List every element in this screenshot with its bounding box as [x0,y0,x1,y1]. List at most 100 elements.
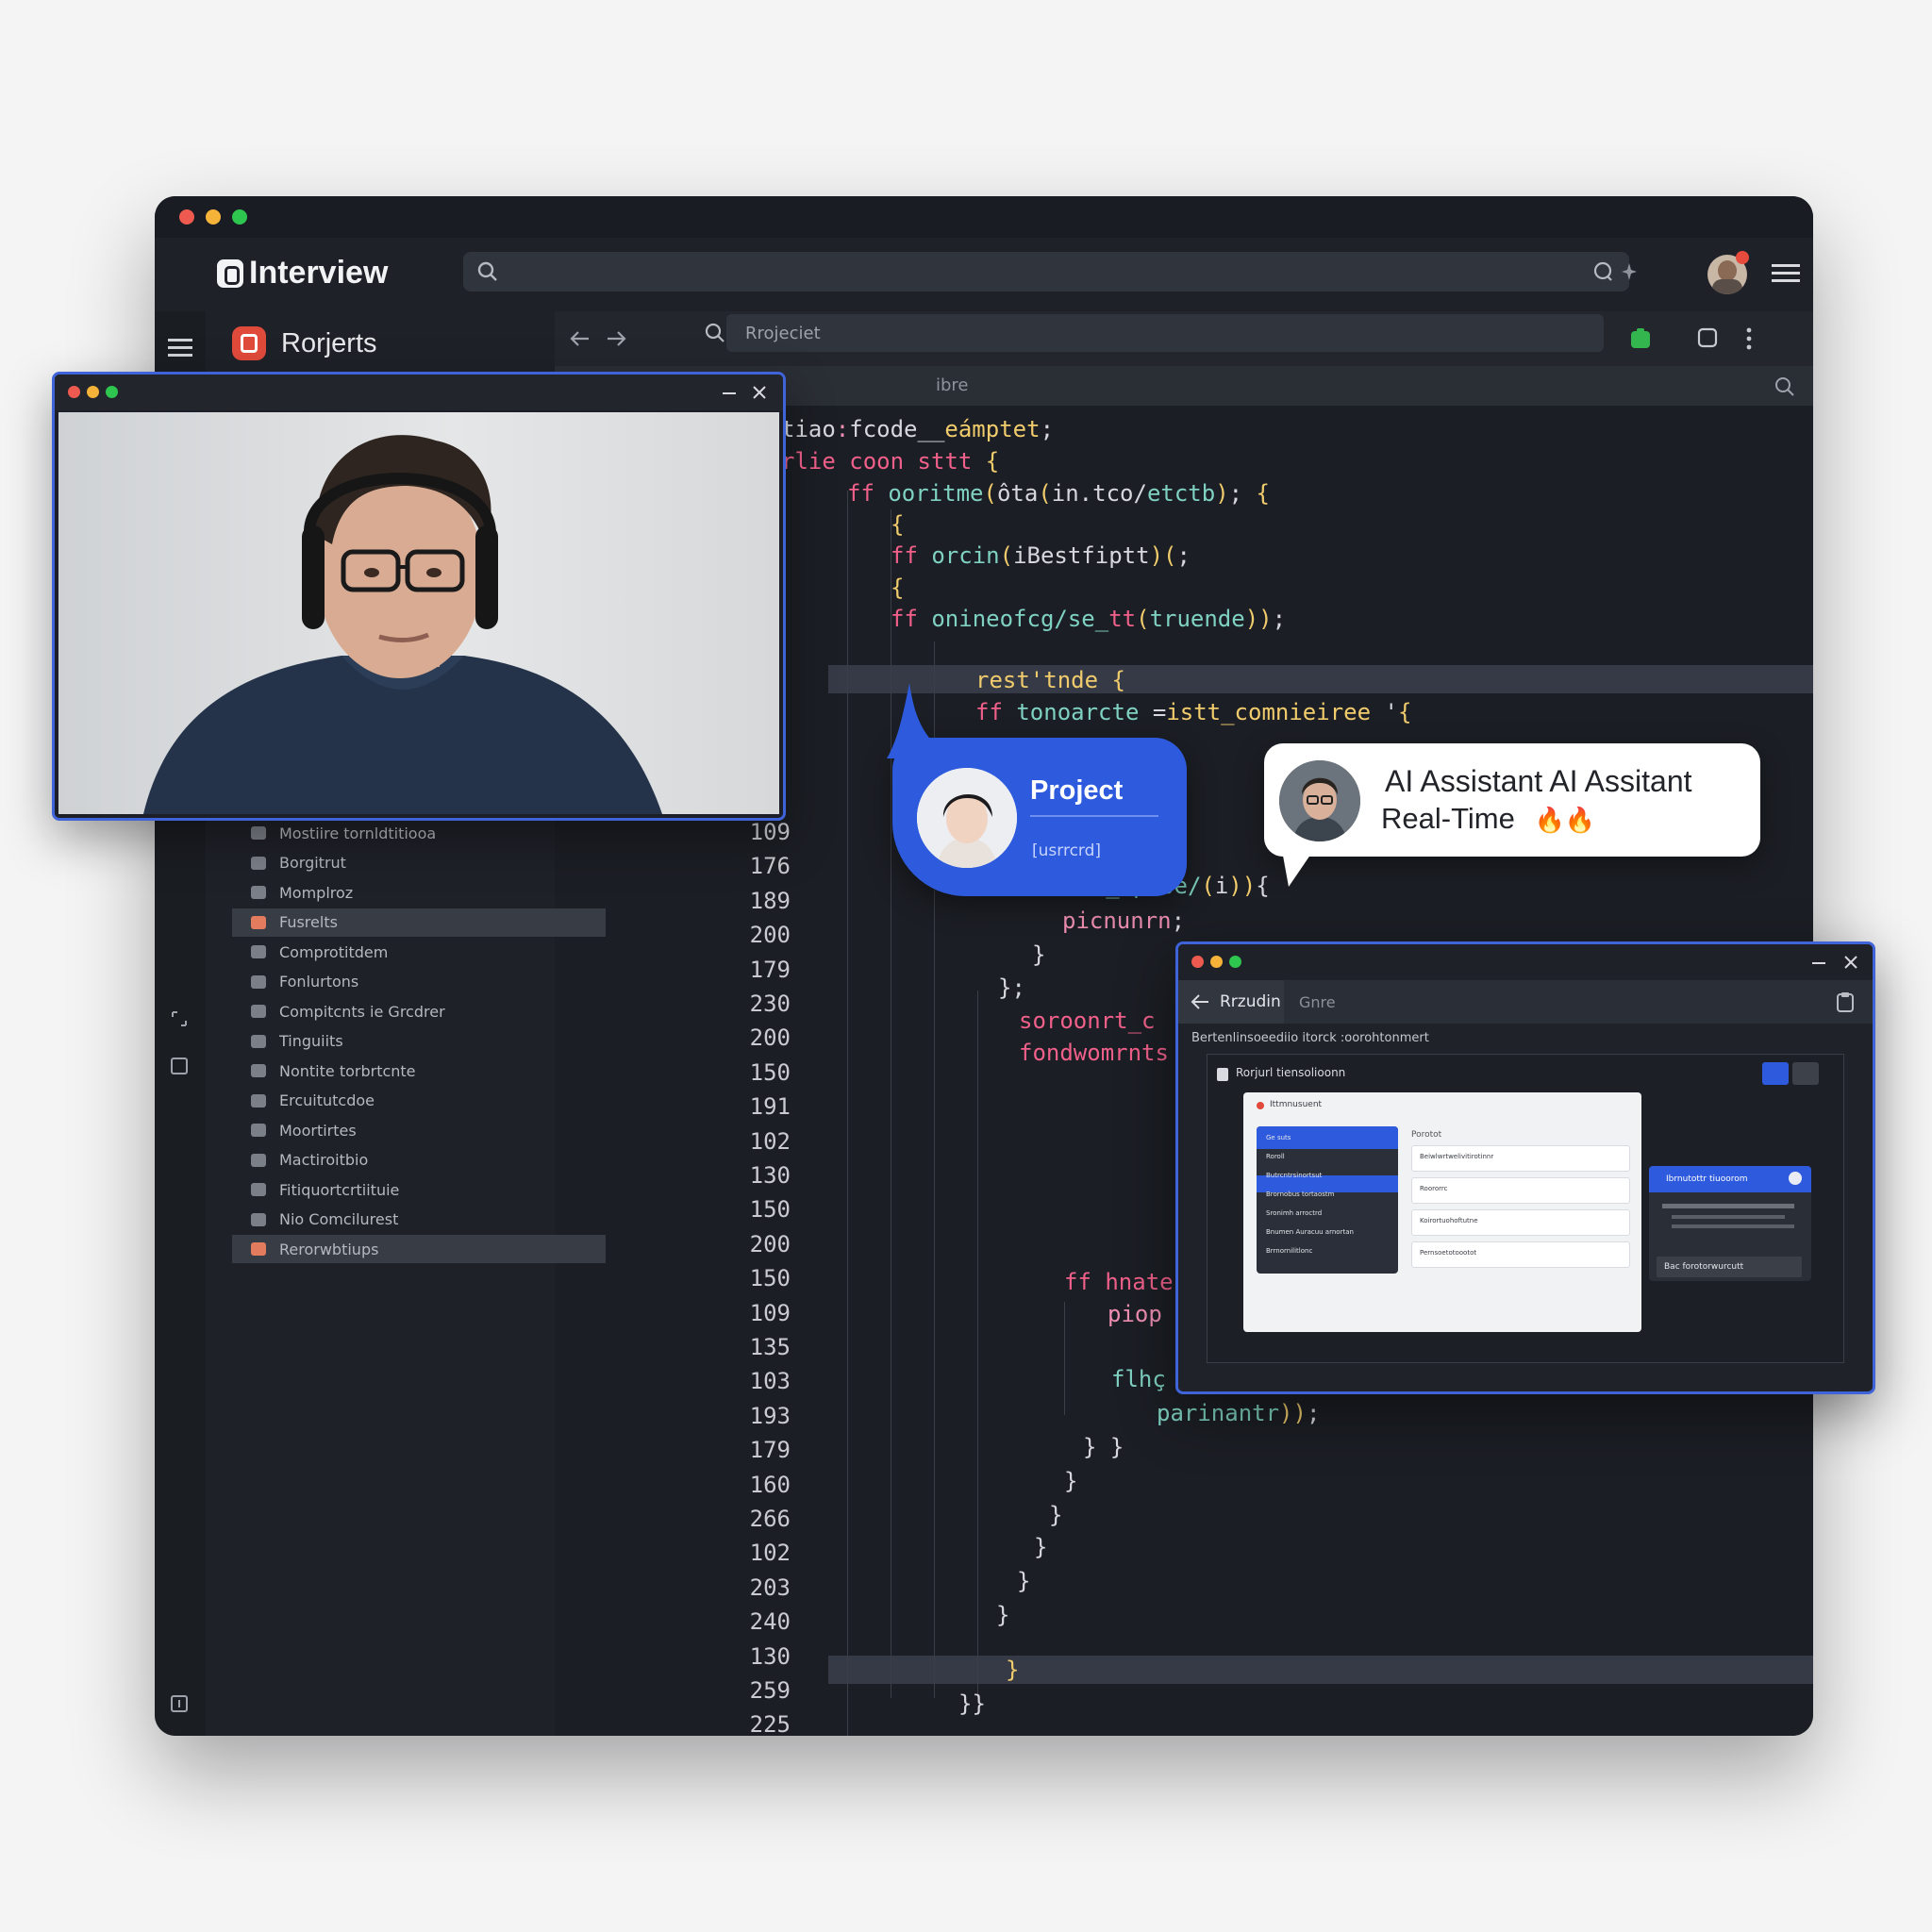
preview-tab-inactive[interactable]: Gnre [1299,993,1336,1011]
sidebar-item[interactable]: Borgitrut [232,849,606,877]
video-call-window[interactable] [52,372,786,821]
menu-icon[interactable] [168,338,192,358]
nested-title: Ittmnusuent [1270,1100,1323,1109]
code-line: ff tonoarcte =istt_comnieiree '{ [975,699,1412,725]
file-icon [251,915,266,929]
app-brand[interactable]: Interview [217,255,388,291]
sidebar-item[interactable]: Compitcnts ie Grcdrer [232,997,606,1025]
sidebar-item[interactable]: Mostiire tornldtitiooa [232,819,606,847]
sidebar-item[interactable]: Rerorwbtiups [232,1235,606,1263]
nested-row-label: Pernsoetotoootot [1420,1249,1477,1257]
square-icon[interactable] [170,1057,189,1075]
preview-close-icon[interactable] [1842,954,1859,971]
indent-guide [847,491,848,1736]
line-number: 150 [749,1196,791,1224]
nested-row: Koirortuohoftutne [1411,1209,1630,1236]
window-icon[interactable] [1696,326,1719,349]
line-number: 200 [749,922,791,949]
app-title: Interview [249,255,389,291]
back-arrow-icon[interactable] [568,328,591,349]
nested-row: Roororrc [1411,1177,1630,1204]
nested-nav-item: Ge suts [1266,1134,1291,1141]
code-line: ff orcin(iBestfiptt)(; [891,542,1191,569]
line-number: 179 [749,956,791,983]
close-dot-icon[interactable] [179,209,194,225]
preview-titlebar [1178,944,1873,980]
minimize-dot-icon[interactable] [206,209,221,225]
ai-assistant-bubble[interactable]: AI Assistant AI Assitant Real-Time 🔥🔥 [1264,743,1760,857]
sidebar-item-label: Fusrelts [279,913,338,931]
line-number: 259 [749,1677,791,1704]
url-input[interactable]: Rrojeciet [705,314,1604,352]
sidebar-item[interactable]: Moortirtes [232,1116,606,1144]
sidebar-item-label: Ercuitutcdoe [279,1091,375,1109]
extension-icon[interactable] [1628,326,1653,351]
clipboard-icon[interactable] [1835,991,1856,1013]
nested-nav-item: Roroll [1266,1153,1285,1160]
preview-minimize-dot-icon[interactable] [1210,956,1223,968]
divider [1030,815,1158,817]
sidebar-item-label: Mostiire tornldtitiooa [279,824,437,842]
ai-bubble-tail [1281,845,1317,887]
notification-badge [1736,251,1749,264]
expand-icon[interactable] [170,1009,189,1028]
video-minimize-dot-icon[interactable] [87,386,99,398]
close-icon[interactable] [751,384,768,401]
terminal-icon[interactable] [170,1694,189,1715]
sidebar-item[interactable]: Nio Comcilurest [232,1206,606,1234]
sidebar-item[interactable]: Ercuitutcdoe [232,1087,606,1115]
webcam-feed [58,412,779,814]
preview-tabbar: Rrzudin Gnre [1178,980,1873,1024]
sidebar-item[interactable]: Fusrelts [232,908,606,937]
line-number: 179 [749,1437,791,1464]
editor-search-icon[interactable] [1774,375,1796,398]
side-card-button[interactable]: Bac forotorwurcutt [1657,1257,1802,1277]
code-line: } [1032,941,1046,968]
code-line: ff onineofcg/se_tt(truende)); [891,606,1287,632]
preview-tab-active[interactable]: Rrzudin [1178,980,1284,1024]
sidebar-item-label: Nontite torbrtcnte [279,1061,416,1080]
code-line: } [1064,1468,1078,1494]
view-button[interactable] [1762,1062,1789,1085]
preview-minimize-icon[interactable] [1810,954,1827,971]
chat-bubble-icon[interactable] [1591,260,1614,283]
fire-icon: 🔥🔥 [1534,806,1596,834]
nested-row: Pernsoetotoootot [1411,1241,1630,1268]
file-icon [251,1153,266,1167]
preview-window[interactable]: Rrzudin Gnre Bertenlinsoeediio itorck :o… [1175,941,1875,1394]
hamburger-menu-icon[interactable] [1772,262,1800,285]
file-icon [251,1034,266,1048]
sidebar-item[interactable]: Tinguiits [232,1027,606,1056]
more-options-icon[interactable] [1745,326,1753,351]
forward-arrow-icon[interactable] [606,328,628,349]
ai-avatar-image [1279,760,1360,841]
line-number: 109 [749,819,791,845]
info-icon [1789,1172,1802,1185]
code-line: piop [1108,1301,1162,1327]
sidebar-item[interactable]: Momplroz [232,878,606,907]
minimize-icon[interactable] [721,384,738,401]
editor-subtab[interactable]: ibre [936,375,969,395]
global-search-input[interactable] [463,252,1637,291]
highlighted-line [828,1656,1813,1684]
code-line: } [1017,1568,1031,1594]
ai-subtitle-text: Real-Time [1381,802,1515,835]
maximize-dot-icon[interactable] [232,209,247,225]
sidebar-item[interactable]: Mactiroitbio [232,1146,606,1174]
file-icon [251,1064,266,1077]
sidebar-item[interactable]: Fitiquortcrtiituie [232,1175,606,1204]
sidebar-item-label: Fitiquortcrtiituie [279,1180,400,1199]
sidebar-item[interactable]: Comprotitdem [232,938,606,966]
line-number: 103 [749,1368,791,1395]
sparkle-icon[interactable] [1620,260,1639,283]
sidebar-item[interactable]: Fonlurtons [232,968,606,996]
preview-close-dot-icon[interactable] [1191,956,1204,968]
project-chat-bubble[interactable]: Project [usrrcrd] [892,738,1187,896]
file-icon [251,856,266,870]
layout-button[interactable] [1792,1062,1819,1085]
video-maximize-dot-icon[interactable] [106,386,118,398]
sidebar-item[interactable]: Nontite torbrtcnte [232,1057,606,1085]
preview-maximize-dot-icon[interactable] [1229,956,1241,968]
video-close-dot-icon[interactable] [68,386,80,398]
code-line: } [996,1602,1010,1628]
